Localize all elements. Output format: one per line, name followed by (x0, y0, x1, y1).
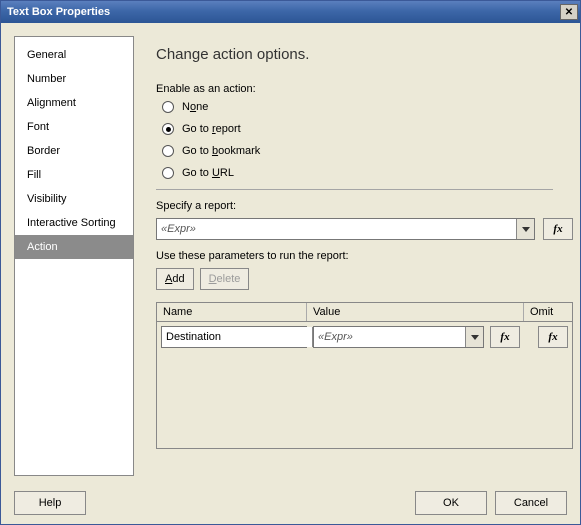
report-fx-button[interactable]: fx (543, 218, 573, 240)
chevron-down-icon[interactable] (516, 219, 534, 239)
cancel-button[interactable]: Cancel (495, 491, 567, 515)
specify-report-label: Specify a report: (156, 200, 573, 212)
sidebar-item-action[interactable]: Action (15, 235, 133, 259)
params-table: Name Value Omit fx fx (156, 302, 573, 449)
footer: Help OK Cancel (14, 491, 567, 515)
col-header-name: Name (157, 303, 307, 321)
param-omit-fx-button[interactable]: fx (538, 326, 568, 348)
window-title: Text Box Properties (7, 6, 110, 18)
sidebar-item-border[interactable]: Border (15, 139, 133, 163)
radio-label: Go to report (182, 123, 241, 135)
add-button[interactable]: Add (156, 268, 194, 290)
table-empty-area (157, 352, 572, 448)
col-header-value: Value (307, 303, 524, 321)
radio-label: None (182, 101, 208, 113)
sidebar: General Number Alignment Font Border Fil… (14, 36, 134, 476)
radio-label: Go to bookmark (182, 145, 260, 157)
sidebar-item-fill[interactable]: Fill (15, 163, 133, 187)
close-icon: ✕ (565, 7, 573, 18)
params-label: Use these parameters to run the report: (156, 250, 573, 262)
radio-none[interactable]: None (162, 101, 573, 113)
param-name-input[interactable] (162, 327, 312, 347)
radio-icon (162, 123, 174, 135)
main-panel: Change action options. Enable as an acti… (134, 36, 581, 476)
radio-go-to-bookmark[interactable]: Go to bookmark (162, 145, 573, 157)
sidebar-item-interactive-sorting[interactable]: Interactive Sorting (15, 211, 133, 235)
titlebar: Text Box Properties ✕ (1, 1, 580, 23)
ok-button[interactable]: OK (415, 491, 487, 515)
sidebar-item-number[interactable]: Number (15, 67, 133, 91)
help-button[interactable]: Help (14, 491, 86, 515)
radio-go-to-url[interactable]: Go to URL (162, 167, 573, 179)
col-header-omit: Omit (524, 303, 572, 321)
param-value-fx-button[interactable]: fx (490, 326, 520, 348)
close-button[interactable]: ✕ (560, 4, 578, 20)
sidebar-item-alignment[interactable]: Alignment (15, 91, 133, 115)
param-value-combo[interactable] (313, 326, 484, 348)
params-header: Name Value Omit (157, 303, 572, 322)
chevron-down-icon[interactable] (465, 327, 483, 347)
sidebar-item-general[interactable]: General (15, 43, 133, 67)
radio-icon (162, 101, 174, 113)
report-combo[interactable] (156, 218, 535, 240)
param-name-combo[interactable] (161, 326, 307, 348)
divider (156, 189, 553, 190)
radio-go-to-report[interactable]: Go to report (162, 123, 573, 135)
param-value-input[interactable] (314, 327, 465, 347)
dialog-body: General Number Alignment Font Border Fil… (0, 22, 581, 525)
radio-icon (162, 145, 174, 157)
radio-label: Go to URL (182, 167, 234, 179)
report-input[interactable] (157, 219, 516, 239)
delete-button[interactable]: Delete (200, 268, 250, 290)
page-heading: Change action options. (156, 46, 573, 63)
table-row: fx fx (157, 322, 572, 352)
sidebar-item-visibility[interactable]: Visibility (15, 187, 133, 211)
sidebar-item-font[interactable]: Font (15, 115, 133, 139)
radio-icon (162, 167, 174, 179)
enable-action-label: Enable as an action: (156, 83, 573, 95)
